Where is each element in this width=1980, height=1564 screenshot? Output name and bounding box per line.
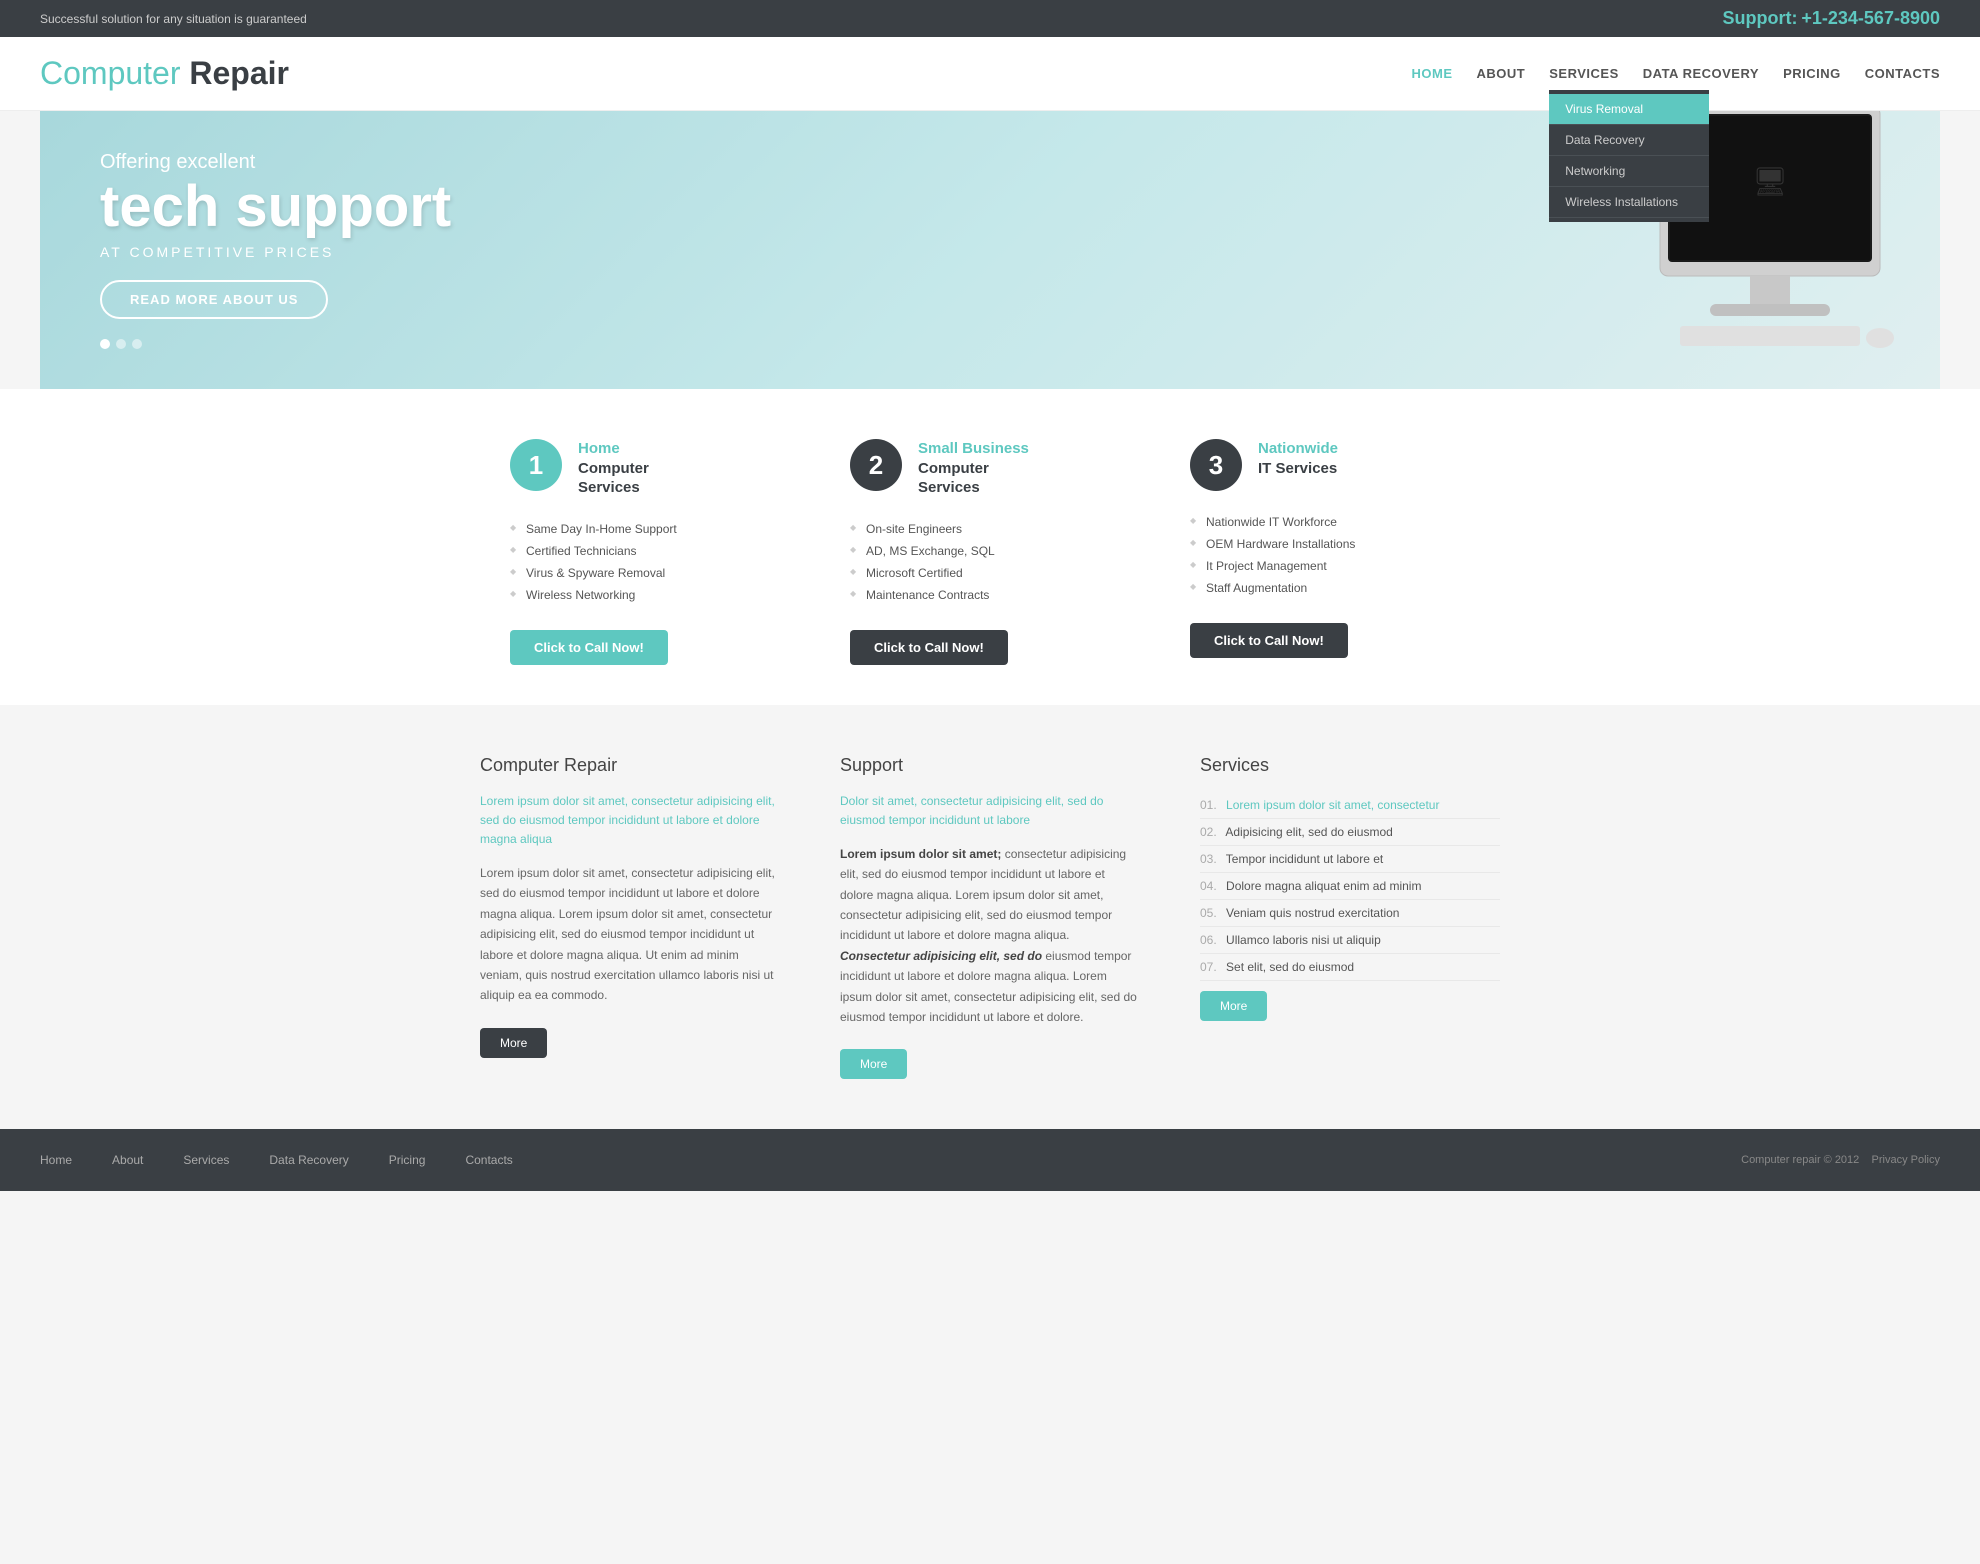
info-col-2-body: Lorem ipsum dolor sit amet; consectetur … bbox=[840, 844, 1140, 1028]
list-item: 02. Adipisicing elit, sed do eiusmod bbox=[1200, 819, 1500, 846]
service-1-title-dark: ComputerServices bbox=[578, 459, 649, 498]
copyright-text: Computer repair © 2012 bbox=[1741, 1154, 1859, 1166]
list-item: OEM Hardware Installations bbox=[1190, 533, 1470, 555]
list-item: 03. Tempor incididunt ut labore et bbox=[1200, 846, 1500, 873]
service-3-list: Nationwide IT Workforce OEM Hardware Ins… bbox=[1190, 511, 1470, 599]
dropdown-virus-removal[interactable]: Virus Removal bbox=[1549, 94, 1709, 125]
service-2-title-dark: ComputerServices bbox=[918, 459, 1029, 498]
support-phone: +1-234-567-8900 bbox=[1801, 8, 1940, 28]
list-item: It Project Management bbox=[1190, 555, 1470, 577]
slider-dots bbox=[100, 339, 1880, 349]
service-1-title: Home ComputerServices bbox=[578, 439, 649, 498]
service-1-list: Same Day In-Home Support Certified Techn… bbox=[510, 518, 790, 606]
service-2-header: 2 Small Business ComputerServices bbox=[850, 439, 1130, 498]
footer-contacts[interactable]: Contacts bbox=[465, 1153, 512, 1167]
service-1-header: 1 Home ComputerServices bbox=[510, 439, 790, 498]
top-bar: Successful solution for any situation is… bbox=[0, 0, 1980, 37]
more-button-3[interactable]: More bbox=[1200, 991, 1267, 1021]
call-button-2[interactable]: Click to Call Now! bbox=[850, 630, 1008, 665]
footer-home[interactable]: Home bbox=[40, 1153, 72, 1167]
call-button-1[interactable]: Click to Call Now! bbox=[510, 630, 668, 665]
list-item: Wireless Networking bbox=[510, 584, 790, 606]
read-more-button[interactable]: READ MORE ABOUT US bbox=[100, 280, 328, 319]
list-item: 04. Dolore magna aliquat enim ad minim bbox=[1200, 873, 1500, 900]
service-card-2: 2 Small Business ComputerServices On-sit… bbox=[850, 439, 1130, 665]
footer-data-recovery[interactable]: Data Recovery bbox=[269, 1153, 348, 1167]
list-item: Maintenance Contracts bbox=[850, 584, 1130, 606]
dropdown-networking[interactable]: Networking bbox=[1549, 156, 1709, 187]
footer-pricing[interactable]: Pricing bbox=[389, 1153, 426, 1167]
services-dropdown: Virus Removal Data Recovery Networking W… bbox=[1549, 90, 1709, 222]
service-1-number: 1 bbox=[510, 439, 562, 491]
dot-1[interactable] bbox=[100, 339, 110, 349]
dot-3[interactable] bbox=[132, 339, 142, 349]
nav-home[interactable]: HOME bbox=[1412, 66, 1453, 81]
service-card-3: 3 Nationwide IT Services Nationwide IT W… bbox=[1190, 439, 1470, 665]
info-col-3: Services 01. Lorem ipsum dolor sit amet,… bbox=[1200, 755, 1500, 1080]
service-2-title: Small Business ComputerServices bbox=[918, 439, 1029, 498]
nav-services[interactable]: SERVICES bbox=[1549, 66, 1619, 81]
more-button-2[interactable]: More bbox=[840, 1049, 907, 1079]
info-col-1-teal: Lorem ipsum dolor sit amet, consectetur … bbox=[480, 792, 780, 850]
service-3-number: 3 bbox=[1190, 439, 1242, 491]
info-col-2-heading: Support bbox=[840, 755, 1140, 776]
call-button-3[interactable]: Click to Call Now! bbox=[1190, 623, 1348, 658]
nav-contacts[interactable]: CONTACTS bbox=[1865, 66, 1940, 81]
list-item: 06. Ullamco laboris nisi ut aliquip bbox=[1200, 927, 1500, 954]
nav-data-recovery[interactable]: DATA RECOVERY bbox=[1643, 66, 1759, 81]
info-col-1-body: Lorem ipsum dolor sit amet, consectetur … bbox=[480, 863, 780, 1006]
header: Computer Repair HOME ABOUT SERVICES Viru… bbox=[0, 37, 1980, 111]
footer-services[interactable]: Services bbox=[183, 1153, 229, 1167]
info-col-1-heading: Computer Repair bbox=[480, 755, 780, 776]
support-info: Support: +1-234-567-8900 bbox=[1723, 8, 1941, 29]
more-button-1[interactable]: More bbox=[480, 1028, 547, 1058]
nav-services-container: SERVICES Virus Removal Data Recovery Net… bbox=[1549, 66, 1619, 81]
service-2-list: On-site Engineers AD, MS Exchange, SQL M… bbox=[850, 518, 1130, 606]
info-section: Computer Repair Lorem ipsum dolor sit am… bbox=[0, 705, 1980, 1130]
service-3-title: Nationwide IT Services bbox=[1258, 439, 1338, 478]
list-item: Nationwide IT Workforce bbox=[1190, 511, 1470, 533]
list-item: Microsoft Certified bbox=[850, 562, 1130, 584]
logo-teal: Computer bbox=[40, 55, 189, 91]
list-item: Same Day In-Home Support bbox=[510, 518, 790, 540]
privacy-policy-link[interactable]: Privacy Policy bbox=[1872, 1154, 1940, 1166]
hero-subheadline: AT COMPETITIVE PRICES bbox=[100, 244, 1880, 260]
services-detail-list: 01. Lorem ipsum dolor sit amet, consecte… bbox=[1200, 792, 1500, 981]
dropdown-data-recovery[interactable]: Data Recovery bbox=[1549, 125, 1709, 156]
nav-about[interactable]: ABOUT bbox=[1477, 66, 1526, 81]
info-col-3-heading: Services bbox=[1200, 755, 1500, 776]
footer-about[interactable]: About bbox=[112, 1153, 143, 1167]
service-1-title-teal: Home bbox=[578, 439, 649, 459]
nav-pricing[interactable]: PRICING bbox=[1783, 66, 1841, 81]
service-2-number: 2 bbox=[850, 439, 902, 491]
service-card-1: 1 Home ComputerServices Same Day In-Home… bbox=[510, 439, 790, 665]
info-col-2-teal: Dolor sit amet, consectetur adipisicing … bbox=[840, 792, 1140, 830]
list-item: Virus & Spyware Removal bbox=[510, 562, 790, 584]
service-3-title-teal: Nationwide bbox=[1258, 439, 1338, 459]
logo: Computer Repair bbox=[40, 55, 289, 92]
service-3-title-dark: IT Services bbox=[1258, 459, 1338, 479]
main-nav: HOME ABOUT SERVICES Virus Removal Data R… bbox=[1412, 66, 1940, 81]
service-3-header: 3 Nationwide IT Services bbox=[1190, 439, 1470, 491]
dot-2[interactable] bbox=[116, 339, 126, 349]
list-item: 01. Lorem ipsum dolor sit amet, consecte… bbox=[1200, 792, 1500, 819]
info-col-2: Support Dolor sit amet, consectetur adip… bbox=[840, 755, 1140, 1080]
list-item: 07. Set elit, sed do eiusmod bbox=[1200, 954, 1500, 981]
service-2-title-teal: Small Business bbox=[918, 439, 1029, 459]
list-item: 05. Veniam quis nostrud exercitation bbox=[1200, 900, 1500, 927]
footer: Home About Services Data Recovery Pricin… bbox=[0, 1129, 1980, 1191]
list-item: AD, MS Exchange, SQL bbox=[850, 540, 1130, 562]
footer-nav: Home About Services Data Recovery Pricin… bbox=[40, 1153, 529, 1167]
list-item: Staff Augmentation bbox=[1190, 577, 1470, 599]
services-section: 1 Home ComputerServices Same Day In-Home… bbox=[0, 389, 1980, 705]
info-col-1: Computer Repair Lorem ipsum dolor sit am… bbox=[480, 755, 780, 1080]
list-item: On-site Engineers bbox=[850, 518, 1130, 540]
footer-copyright: Computer repair © 2012 Privacy Policy bbox=[1741, 1154, 1940, 1166]
support-label: Support: bbox=[1723, 8, 1798, 28]
list-item: Certified Technicians bbox=[510, 540, 790, 562]
logo-bold: Repair bbox=[189, 55, 289, 91]
tagline: Successful solution for any situation is… bbox=[40, 12, 307, 26]
dropdown-wireless[interactable]: Wireless Installations bbox=[1549, 187, 1709, 218]
